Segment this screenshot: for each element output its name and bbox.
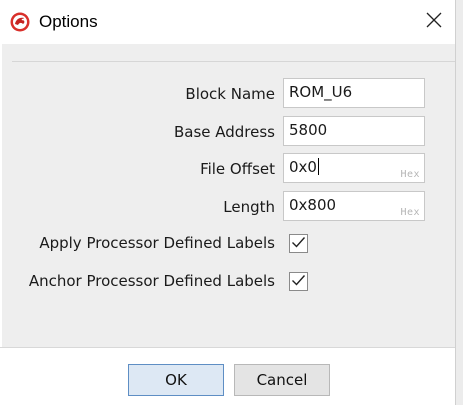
block-name-field[interactable]: ROM_U6 — [283, 78, 425, 108]
panel-divider — [12, 61, 455, 62]
length-label: Length — [223, 198, 275, 216]
text-caret — [317, 158, 319, 175]
length-field[interactable]: 0x800 Hex — [283, 191, 425, 221]
file-offset-label: File Offset — [200, 160, 275, 178]
length-value: 0x800 — [289, 196, 337, 214]
apply-labels-label: Apply Processor Defined Labels — [39, 234, 275, 252]
base-address-value: 5800 — [289, 121, 328, 139]
base-address-label: Base Address — [173, 123, 275, 141]
button-bar: OK Cancel — [0, 347, 455, 406]
checkmark-icon — [291, 234, 306, 253]
anchor-labels-checkbox[interactable] — [289, 272, 308, 291]
ok-button[interactable]: OK — [128, 364, 224, 396]
anchor-labels-label: Anchor Processor Defined Labels — [28, 272, 275, 290]
file-offset-field[interactable]: 0x0 Hex — [283, 153, 425, 183]
options-dialog: Options Block Name ROM_U6 Base Address 5… — [0, 0, 463, 406]
apply-labels-checkbox[interactable] — [289, 234, 308, 253]
close-button[interactable] — [420, 8, 448, 36]
file-offset-hex-badge: Hex — [400, 169, 420, 180]
ghidra-dragon-icon — [10, 12, 30, 32]
dialog-title: Options — [39, 12, 98, 31]
options-panel: Block Name ROM_U6 Base Address 5800 File… — [2, 44, 455, 347]
cancel-button[interactable]: Cancel — [234, 364, 330, 396]
file-offset-value: 0x0 — [289, 158, 317, 176]
base-address-field[interactable]: 5800 — [283, 116, 425, 146]
background-window-edge — [455, 0, 463, 405]
title-bar[interactable]: Options — [0, 0, 455, 44]
block-name-value: ROM_U6 — [289, 83, 353, 101]
length-hex-badge: Hex — [400, 207, 420, 218]
checkmark-icon — [291, 272, 306, 291]
close-icon — [426, 12, 442, 32]
block-name-label: Block Name — [185, 85, 275, 103]
